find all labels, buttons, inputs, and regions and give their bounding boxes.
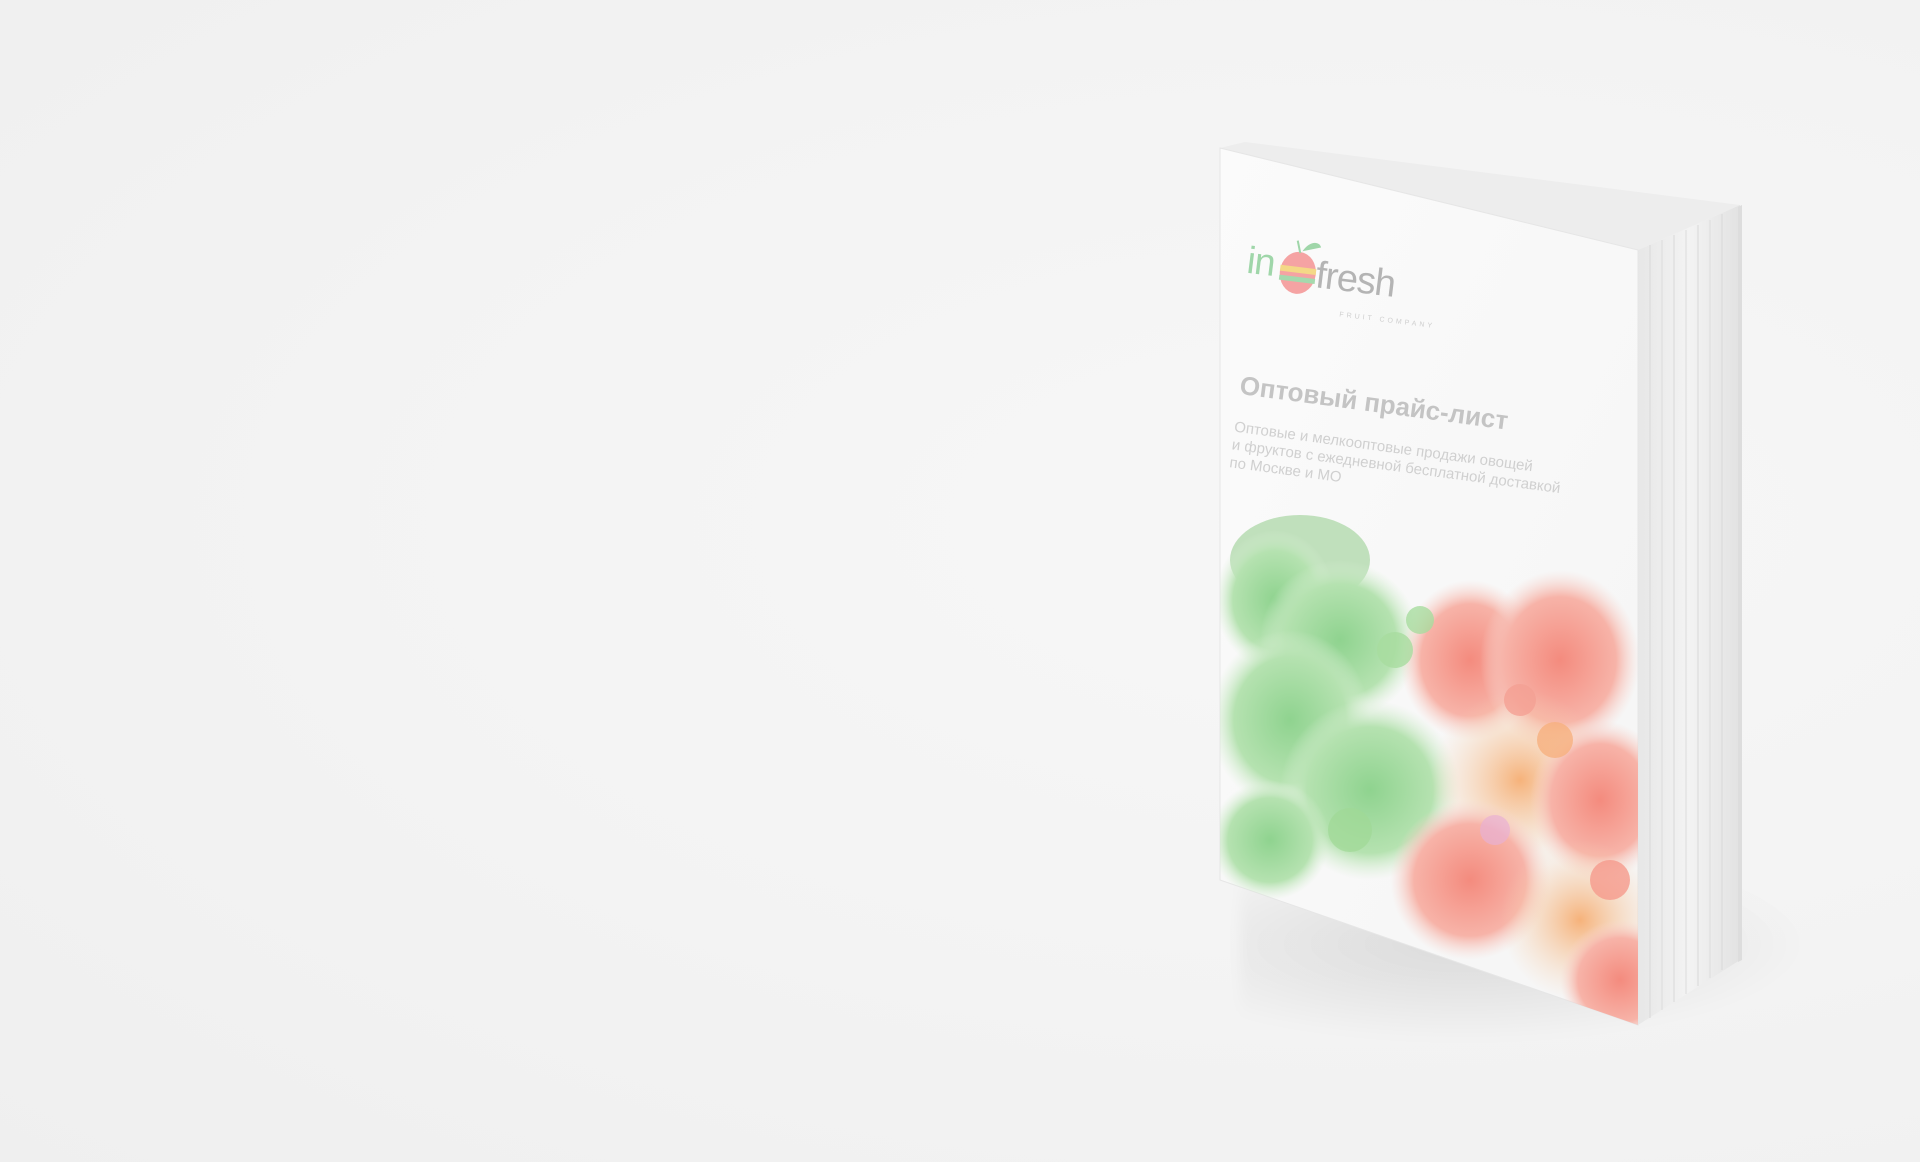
cover-produce-photo (1220, 515, 1638, 1025)
brand-logo: in fresh FRUIT COMPANY (1239, 222, 1436, 352)
logo-in-text: in (1244, 239, 1278, 285)
book-mockup (1219, 142, 1742, 1026)
mockup-scene: in fresh FRUIT COMPANY Оптовый прайс-лис… (0, 0, 1920, 1162)
book-page-edges (1638, 205, 1742, 1025)
logo-fresh-text: fresh (1313, 254, 1398, 306)
